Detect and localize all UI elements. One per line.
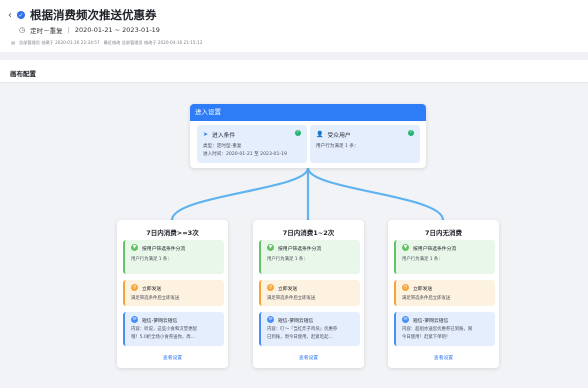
sms-content-line2: 今日使用！赶紧下单吧！ — [402, 335, 451, 340]
entry-condition-title: 进入条件 — [212, 133, 236, 139]
connector-left — [170, 167, 310, 221]
view-settings-link[interactable]: 查看设置 — [388, 354, 499, 361]
filter-icon: ▼ — [131, 244, 138, 251]
audience-rule: 用户行为满足 1 条： — [316, 144, 359, 149]
sms-content-line2: 已到账，周今日使用，赶紧吃起… — [267, 335, 333, 340]
sms-content-line1: 内容：叮～『当红炸子鸡块』优惠券 — [267, 327, 338, 332]
view-settings-link[interactable]: 查看设置 — [117, 354, 228, 361]
filter-step[interactable]: ▼ 按用户筛选条件分流 用户行为满足 1 条： — [259, 240, 360, 274]
filter-label: 按用户筛选条件分流 — [278, 247, 322, 252]
filter-text: 用户行为满足 1 条： — [267, 257, 308, 262]
filter-text: 用户行为满足 1 条： — [402, 257, 443, 262]
send-label: 立即发送 — [413, 287, 433, 292]
sms-label: 短信-萝网云短信 — [142, 319, 178, 324]
sms-step[interactable]: ✉ 短信-萝网云短信 内容：叮～『当红炸子鸡块』优惠券 已到账，周今日使用，赶紧… — [259, 312, 360, 346]
sms-label: 短信-萝网云短信 — [278, 319, 314, 324]
send-label: 立即发送 — [278, 287, 298, 292]
clock-icon: ◷ — [267, 284, 274, 291]
user-icon: 👤 — [316, 131, 324, 138]
branch-card[interactable]: 7日内消费>=3次 ▼ 按用户筛选条件分流 用户行为满足 1 条： ◷ 立即发送… — [117, 220, 228, 368]
sms-step[interactable]: ✉ 短信-萝网云短信 内容：超组亦送您优惠券已到账，限 今日使用！赶紧下单吧！ — [394, 312, 495, 346]
sms-content-line1: 内容：听说，这些小食和汉堡更配 — [131, 327, 197, 332]
sms-label: 短信-萝网云短信 — [413, 319, 449, 324]
entry-settings-card[interactable]: 进入设置 ➤ 进入条件 ✓ 类型：定时型-重复 进入时间：2020-01-21 … — [190, 104, 426, 168]
filter-label: 按用户筛选条件分流 — [413, 247, 457, 252]
message-icon: ✉ — [402, 316, 409, 323]
message-icon: ✉ — [267, 316, 274, 323]
filter-icon: ▼ — [402, 244, 409, 251]
entry-condition-title-row: ➤ 进入条件 — [203, 130, 235, 139]
connector-right — [306, 167, 445, 221]
check-icon: ✓ — [408, 130, 414, 136]
branch-title: 7日内无消费 — [424, 229, 463, 237]
send-text: 满足筛选条件后立即发送 — [402, 296, 451, 301]
branch-card[interactable]: 7日内无消费 ▼ 按用户筛选条件分流 用户行为满足 1 条： ◷ 立即发送 满足… — [388, 220, 499, 368]
sms-content-line1: 内容：超组亦送您优惠券已到账，限 — [402, 327, 473, 332]
entry-condition-box[interactable]: ➤ 进入条件 ✓ 类型：定时型-重复 进入时间：2020-01-21 至 202… — [197, 125, 307, 163]
audience-box[interactable]: 👤 受众用户 ✓ 用户行为满足 1 条： — [310, 125, 420, 163]
message-icon: ✉ — [131, 316, 138, 323]
sms-step[interactable]: ✉ 短信-萝网云短信 内容：听说，这些小食和汉堡更配 哦！5.0折全场小食券送你… — [123, 312, 224, 346]
branch-title: 7日内消费>=3次 — [146, 229, 199, 237]
audience-title: 受众用户 — [327, 133, 351, 139]
filter-icon: ▼ — [267, 244, 274, 251]
branch-card[interactable]: 7日内消费1~2次 ▼ 按用户筛选条件分流 用户行为满足 1 条： ◷ 立即发送… — [253, 220, 364, 368]
send-arrow-icon: ➤ — [203, 131, 209, 138]
filter-step[interactable]: ▼ 按用户筛选条件分流 用户行为满足 1 条： — [394, 240, 495, 274]
entry-condition-time: 进入时间：2020-01-21 至 2023-01-19 — [203, 152, 287, 157]
send-step[interactable]: ◷ 立即发送 满足筛选条件后立即发送 — [394, 280, 495, 306]
filter-text: 用户行为满足 1 条： — [131, 257, 172, 262]
sms-content-line2: 哦！5.0折全场小食券送你，周… — [131, 335, 196, 340]
send-label: 立即发送 — [142, 287, 162, 292]
send-text: 满足筛选条件后立即发送 — [131, 296, 180, 301]
send-text: 满足筛选条件后立即发送 — [267, 296, 316, 301]
entry-card-title: 进入设置 — [190, 104, 426, 121]
view-settings-link[interactable]: 查看设置 — [253, 354, 364, 361]
filter-step[interactable]: ▼ 按用户筛选条件分流 用户行为满足 1 条： — [123, 240, 224, 274]
audience-title-row: 👤 受众用户 — [316, 130, 351, 139]
clock-icon: ◷ — [402, 284, 409, 291]
entry-condition-type: 类型：定时型-重复 — [203, 144, 242, 149]
branch-title: 7日内消费1~2次 — [282, 229, 335, 237]
check-icon: ✓ — [295, 130, 301, 136]
send-step[interactable]: ◷ 立即发送 满足筛选条件后立即发送 — [123, 280, 224, 306]
send-step[interactable]: ◷ 立即发送 满足筛选条件后立即发送 — [259, 280, 360, 306]
filter-label: 按用户筛选条件分流 — [142, 247, 186, 252]
clock-icon: ◷ — [131, 284, 138, 291]
